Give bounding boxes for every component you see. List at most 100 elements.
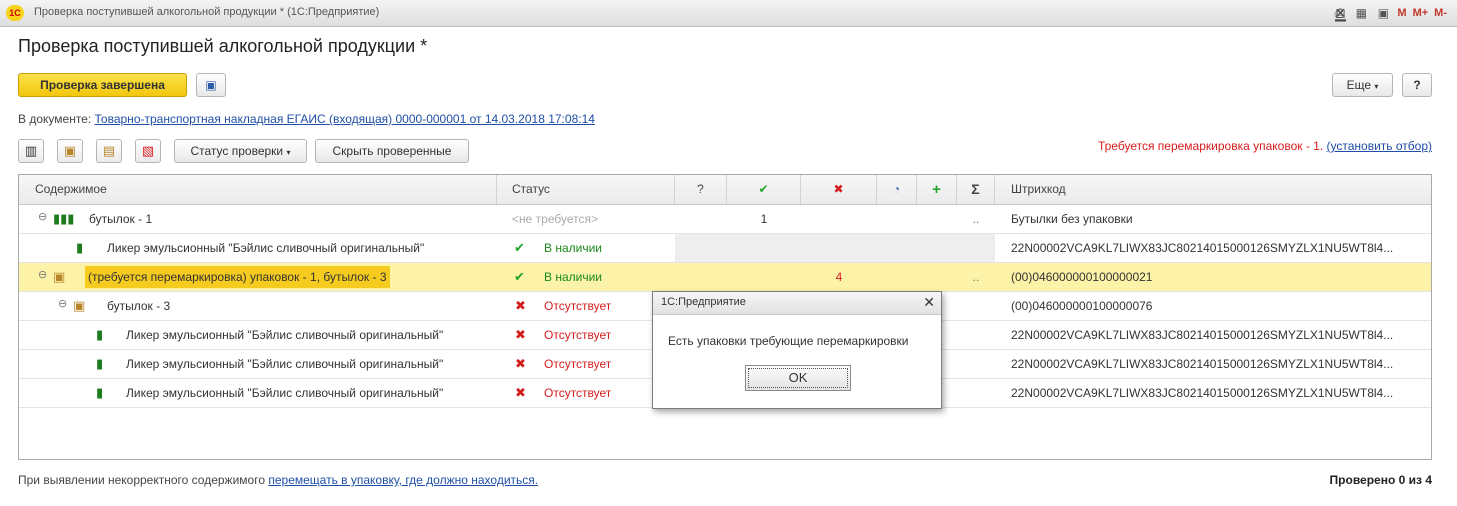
app-logo: 1С <box>6 5 24 21</box>
row-barcode: Бутылки без упаковки <box>1011 212 1133 226</box>
document-link[interactable]: Товарно-транспортная накладная ЕГАИС (вх… <box>95 112 595 126</box>
row-status: <не требуется> <box>512 212 598 226</box>
calendar-icon[interactable]: ▣ <box>1375 6 1391 20</box>
add-package-button[interactable]: ▣ <box>57 139 83 163</box>
row-status: В наличии <box>544 241 603 255</box>
row-checked-count: 1 <box>760 212 768 226</box>
col-content[interactable]: Содержимое <box>19 175 497 204</box>
row-missing-count: 4 <box>835 270 843 284</box>
col-barcode[interactable]: Штрихкод <box>995 175 1431 204</box>
col-status[interactable]: Статус <box>497 175 675 204</box>
add-package-icon: ▣ <box>63 143 77 158</box>
row-status: В наличии <box>544 270 603 284</box>
package-barcode-icon: ▤ <box>102 143 116 158</box>
save-button[interactable]: ▣ <box>196 73 226 97</box>
titlebar-tools: ⎙ ▦ ▣ M M+ M- ▁ □ ✕ <box>1331 4 1447 22</box>
row-sum: .. <box>972 212 980 226</box>
col-missing[interactable]: ✖ <box>801 175 877 204</box>
document-line: В документе: Товарно-транспортная наклад… <box>18 112 595 126</box>
document-label: В документе: <box>18 112 92 126</box>
warning-text: Требуется перемаркировка упаковок - 1. <box>1097 139 1324 153</box>
row-barcode: 22N00002VCA9KL7LIWX83JC80214015000126SMY… <box>1011 241 1394 255</box>
page-title: Проверка поступившей алкогольной продукц… <box>18 36 428 56</box>
table-header: Содержимое Статус ? ✔ ✖ ◔ + Σ Штрихкод <box>19 175 1431 205</box>
cross-icon: ✖ <box>515 356 526 371</box>
col-question[interactable]: ? <box>675 175 727 204</box>
package-barcode-button[interactable]: ▤ <box>96 139 122 163</box>
sum-icon: Σ <box>971 181 980 197</box>
bottle-icon: ▮ <box>76 240 84 255</box>
checkmark-icon: ✔ <box>514 240 525 255</box>
dialog-body: Есть упаковки требующие перемаркировки O… <box>653 315 941 408</box>
chevron-down-icon: ▾ <box>286 148 291 157</box>
check-status-button[interactable]: Статус проверки ▾ <box>174 139 307 163</box>
row-content: (требуется перемаркировка) упаковок - 1,… <box>85 266 390 288</box>
row-sum: .. <box>972 270 980 284</box>
package-icon: ▣ <box>53 269 66 284</box>
bottles-icon: ▮▮▮ <box>53 211 75 226</box>
dialog-titlebar: 1С:Предприятие ✕ <box>653 292 941 315</box>
calculator-icon[interactable]: ▦ <box>1353 6 1369 20</box>
col-checked[interactable]: ✔ <box>727 175 801 204</box>
row-content: бутылок - 1 <box>89 212 153 226</box>
dialog-title: 1С:Предприятие <box>661 296 746 308</box>
check-complete-button[interactable]: Проверка завершена <box>18 73 187 97</box>
table-row-selected[interactable]: ⊖ ▣ (требуется перемаркировка) упаковок … <box>19 263 1431 292</box>
message-dialog: 1С:Предприятие ✕ Есть упаковки требующие… <box>652 291 942 409</box>
plus-icon: + <box>932 181 941 198</box>
row-content: Ликер эмульсионный "Бэйлис сливочный ори… <box>126 328 444 342</box>
checkmark-icon: ✔ <box>758 182 769 196</box>
row-barcode: 22N00002VCA9KL7LIWX83JC80214015000126SMY… <box>1011 328 1394 342</box>
cross-icon: ✖ <box>833 182 844 196</box>
row-content: Ликер эмульсионный "Бэйлис сливочный ори… <box>126 386 444 400</box>
close-icon[interactable]: ✕ <box>923 294 935 311</box>
save-icon: ▣ <box>205 78 217 92</box>
more-label: Еще <box>1346 78 1372 92</box>
dialog-message: Есть упаковки требующие перемаркировки <box>668 334 909 348</box>
cross-icon: ✖ <box>515 298 526 313</box>
barcode-scan-icon: ▥ <box>24 143 38 158</box>
hide-checked-button[interactable]: Скрыть проверенные <box>315 139 469 163</box>
memory-m-plus-icon[interactable]: M+ <box>1413 7 1429 19</box>
bottle-icon: ▮ <box>96 385 104 400</box>
window-titlebar: 1С Проверка поступившей алкогольной прод… <box>0 0 1457 27</box>
ok-button[interactable]: OK <box>745 365 851 391</box>
checkmark-icon: ✔ <box>514 269 525 284</box>
print-barcode-button[interactable]: ▧ <box>135 139 161 163</box>
set-filter-link[interactable]: (установить отбор) <box>1327 139 1432 153</box>
row-status: Отсутствует <box>544 299 612 313</box>
collapse-icon[interactable]: ⊖ <box>38 270 48 281</box>
bottle-icon: ▮ <box>96 327 104 342</box>
check-status-label: Статус проверки <box>190 144 284 158</box>
footer-hint: При выявлении некорректного содержимого … <box>18 473 538 487</box>
row-barcode: (00)046000000100000021 <box>1011 270 1153 284</box>
col-extra[interactable]: + <box>917 175 957 204</box>
print-barcode-icon: ▧ <box>141 143 155 158</box>
row-barcode: (00)046000000100000076 <box>1011 299 1153 313</box>
table-row[interactable]: ▮ Ликер эмульсионный "Бэйлис сливочный о… <box>19 234 1431 263</box>
col-sum[interactable]: Σ <box>957 175 995 204</box>
chevron-down-icon: ▾ <box>1374 82 1379 91</box>
row-content: бутылок - 3 <box>107 299 171 313</box>
help-button[interactable]: ? <box>1402 73 1432 97</box>
row-status: Отсутствует <box>544 386 612 400</box>
move-to-package-link[interactable]: перемещать в упаковку, где должно находи… <box>268 473 538 487</box>
row-content: Ликер эмульсионный "Бэйлис сливочный ори… <box>126 357 444 371</box>
row-content: Ликер эмульсионный "Бэйлис сливочный ори… <box>107 241 425 255</box>
row-status: Отсутствует <box>544 328 612 342</box>
remarking-warning: Требуется перемаркировка упаковок - 1. (… <box>1098 139 1432 153</box>
bottle-icon: ▮ <box>96 356 104 371</box>
close-window-icon[interactable]: ✕ <box>1331 5 1349 22</box>
memory-m-minus-icon[interactable]: M- <box>1434 7 1447 19</box>
more-button[interactable]: Еще ▾ <box>1332 73 1393 97</box>
collapse-icon[interactable]: ⊖ <box>38 212 48 223</box>
col-partial[interactable]: ◔ <box>877 175 917 204</box>
cross-icon: ✖ <box>515 385 526 400</box>
package-icon: ▣ <box>73 298 86 313</box>
disabled-cells <box>675 234 995 262</box>
row-barcode: 22N00002VCA9KL7LIWX83JC80214015000126SMY… <box>1011 386 1394 400</box>
barcode-scan-button[interactable]: ▥ <box>18 139 44 163</box>
collapse-icon[interactable]: ⊖ <box>58 299 68 310</box>
memory-m-icon[interactable]: M <box>1397 7 1406 19</box>
table-row[interactable]: ⊖ ▮▮▮ бутылок - 1 <не требуется> 1 .. Бу… <box>19 205 1431 234</box>
